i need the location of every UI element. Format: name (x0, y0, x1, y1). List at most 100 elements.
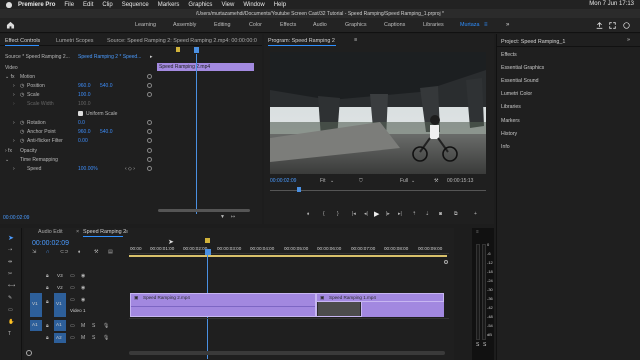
v3-lock-icon[interactable]: 🔒︎ (46, 273, 49, 279)
uniform-scale-checkbox[interactable] (78, 111, 83, 116)
marker-icon[interactable]: ⛉ (359, 178, 363, 184)
source-patch-a1[interactable]: A1 (30, 320, 42, 331)
settings-wrench-icon[interactable]: ⚒ (434, 178, 438, 184)
panel-info[interactable]: Info (501, 144, 510, 150)
v1-lock-icon[interactable]: 🔒︎ (46, 299, 49, 305)
clip-speed-ramping-1-body[interactable] (362, 302, 444, 317)
fit-chevron-icon[interactable]: ⌄ (330, 178, 334, 184)
meter-menu-icon[interactable]: ≡ (476, 229, 479, 234)
rectangle-tool-icon[interactable]: ▭ (8, 307, 13, 313)
clip-speed-ramping-1[interactable]: ▣ Speed Ramping 1.mp4 (316, 293, 444, 302)
sequence-menu-icon[interactable]: ≡ (125, 229, 128, 235)
position-stopwatch-icon[interactable]: ◷ (20, 83, 24, 89)
timeline-zoom-handle[interactable] (26, 350, 32, 356)
a2-solo-icon[interactable]: S (92, 335, 95, 341)
menu-edit[interactable]: Edit (83, 2, 93, 8)
menu-clip[interactable]: Clip (102, 2, 112, 8)
speed-keyframe-nav[interactable]: ‹ ◇ › (125, 166, 135, 172)
go-to-in-icon[interactable]: |◂ (352, 211, 356, 217)
work-area-bar[interactable] (129, 255, 447, 257)
scale-reset-icon[interactable] (147, 92, 152, 97)
help-icon[interactable] (623, 22, 630, 29)
sequence-clip-label[interactable]: Speed Ramping 2 * Speed... (78, 54, 141, 60)
go-to-out-icon[interactable]: ▸| (398, 211, 402, 217)
motion-expand-icon[interactable]: ⌄ fx (5, 74, 14, 80)
panel-markers[interactable]: Markers (501, 118, 520, 124)
captions-icon[interactable]: ▤ (108, 249, 113, 255)
tab-speed-ramping-2[interactable]: Speed Ramping 2 (83, 229, 126, 235)
workspace-learning[interactable]: Learning (135, 22, 156, 28)
v2-eye-icon[interactable]: ◉ (81, 285, 85, 291)
speed-value[interactable]: 100.00% (78, 166, 98, 172)
export-frame-icon[interactable]: ◙ (439, 211, 442, 217)
menu-window[interactable]: Window (243, 2, 264, 8)
timeline-timecode[interactable]: 00:00:02:09 (32, 240, 69, 247)
tab-lumetri-scopes[interactable]: Lumetri Scopes (56, 38, 93, 44)
a2-lock-icon[interactable]: 🔒︎ (46, 335, 49, 341)
a2-mic-icon[interactable]: 🎙︎ (103, 335, 109, 341)
linked-selection-icon[interactable]: ⊂⊃ (60, 249, 68, 255)
time-remap-expand-icon[interactable]: ⌄ (5, 157, 9, 163)
anchor-x-value[interactable]: 960.0 (78, 129, 91, 135)
quality-dropdown[interactable]: Full (400, 178, 408, 184)
workspace-menu-icon[interactable]: ≡ (484, 22, 488, 28)
a1-lock-icon[interactable]: 🔒︎ (46, 323, 49, 329)
ec-filter-icon[interactable]: ▼ (220, 214, 225, 220)
quick-export-icon[interactable] (596, 22, 603, 29)
playhead-handle[interactable] (205, 249, 211, 255)
ec-zoom-scrollbar[interactable] (158, 209, 250, 212)
workspace-captions[interactable]: Captions (384, 22, 405, 28)
v1-target[interactable]: V1 (54, 293, 66, 317)
slip-tool-icon[interactable]: ⟷ (8, 283, 15, 289)
fullscreen-icon[interactable] (609, 22, 616, 29)
program-playhead-handle[interactable] (297, 187, 301, 192)
panel-history[interactable]: History (501, 131, 517, 137)
scale-expand-icon[interactable]: › (13, 92, 15, 98)
timeline-horizontal-scrollbar[interactable] (129, 351, 445, 355)
selection-tool-icon[interactable]: ➤ (8, 234, 14, 242)
scale-value[interactable]: 100.0 (78, 92, 91, 98)
apple-icon[interactable] (6, 1, 12, 8)
source-patch-v1[interactable]: V1 (30, 293, 42, 317)
button-editor-icon[interactable]: + (474, 211, 477, 217)
project-overflow-icon[interactable]: » (627, 37, 630, 43)
v3-sync-icon[interactable]: ▭ (70, 273, 75, 279)
tab-effect-controls[interactable]: Effect Controls (5, 38, 40, 44)
pen-tool-icon[interactable]: ✎ (8, 295, 12, 301)
v3-eye-icon[interactable]: ◉ (81, 273, 85, 279)
ec-clip-bar[interactable]: Speed Ramping 2.mp4 (157, 63, 254, 71)
meter-solo-right[interactable]: S (483, 342, 486, 348)
hand-tool-icon[interactable]: ✋ (8, 319, 14, 325)
a2-target[interactable]: A2 (54, 333, 66, 343)
position-reset-icon[interactable] (147, 83, 152, 88)
scale-stopwatch-icon[interactable]: ◷ (20, 92, 24, 98)
v2-lock-icon[interactable]: 🔒︎ (46, 285, 49, 291)
add-marker-icon[interactable]: ⬧ (307, 211, 309, 217)
workspaces-overflow-icon[interactable]: » (506, 22, 509, 28)
anchor-y-value[interactable]: 540.0 (100, 129, 113, 135)
fit-dropdown[interactable]: Fit (320, 178, 326, 184)
workspace-assembly[interactable]: Assembly (173, 22, 196, 28)
ec-playhead-handle[interactable] (194, 47, 199, 53)
anti-flicker-expand-icon[interactable]: › (13, 138, 15, 144)
rotation-reset-icon[interactable] (147, 120, 152, 125)
speed-expand-icon[interactable]: › (13, 166, 15, 172)
track-select-tool-icon[interactable]: ⇢ (8, 247, 12, 253)
opacity-expand-icon[interactable]: › fx (5, 148, 12, 154)
comparison-view-icon[interactable]: ⧉ (454, 211, 458, 217)
v3-label[interactable]: V3 (57, 273, 63, 278)
timeline-ruler[interactable]: 00:00 00:00:01:00 00:00:02:00 00:00:03:0… (129, 241, 449, 254)
workspace-graphics[interactable]: Graphics (345, 22, 367, 28)
ripple-edit-tool-icon[interactable]: ⇹ (8, 259, 12, 265)
timeline-settings-icon[interactable]: ⚒ (94, 249, 98, 255)
rotation-stopwatch-icon[interactable]: ◷ (20, 120, 24, 126)
home-icon[interactable] (6, 21, 15, 29)
menu-view[interactable]: View (221, 2, 234, 8)
program-monitor-title[interactable]: Program: Speed Ramping 2 (268, 38, 335, 44)
workspace-effects[interactable]: Effects (280, 22, 296, 28)
add-marker-timeline-icon[interactable]: ⬧ (78, 249, 80, 255)
v2-label[interactable]: V2 (57, 285, 63, 290)
menu-sequence[interactable]: Sequence (122, 2, 149, 8)
position-expand-icon[interactable]: › (13, 83, 15, 89)
opacity-reset-icon[interactable] (147, 148, 152, 153)
